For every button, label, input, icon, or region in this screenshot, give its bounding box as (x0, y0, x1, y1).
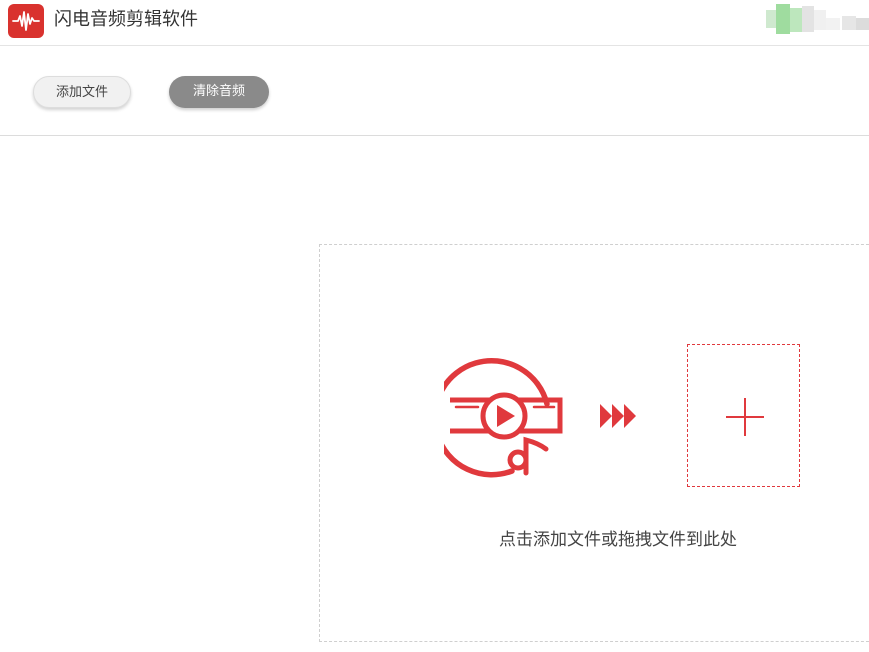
clear-audio-button[interactable]: 清除音频 (169, 76, 269, 108)
video-music-icon (444, 357, 563, 478)
title-bar: 闪电音频剪辑软件 (0, 0, 869, 46)
app-logo (8, 4, 44, 38)
plus-icon (726, 398, 764, 436)
app-title: 闪电音频剪辑软件 (54, 9, 198, 30)
toolbar: 添加文件 清除音频 (0, 46, 869, 136)
add-file-box[interactable] (687, 344, 800, 487)
fast-forward-icon (600, 404, 636, 428)
waveform-icon (12, 11, 40, 31)
add-file-button[interactable]: 添加文件 (33, 76, 131, 108)
user-avatar[interactable] (766, 4, 869, 36)
drop-hint-text: 点击添加文件或拖拽文件到此处 (499, 530, 737, 550)
